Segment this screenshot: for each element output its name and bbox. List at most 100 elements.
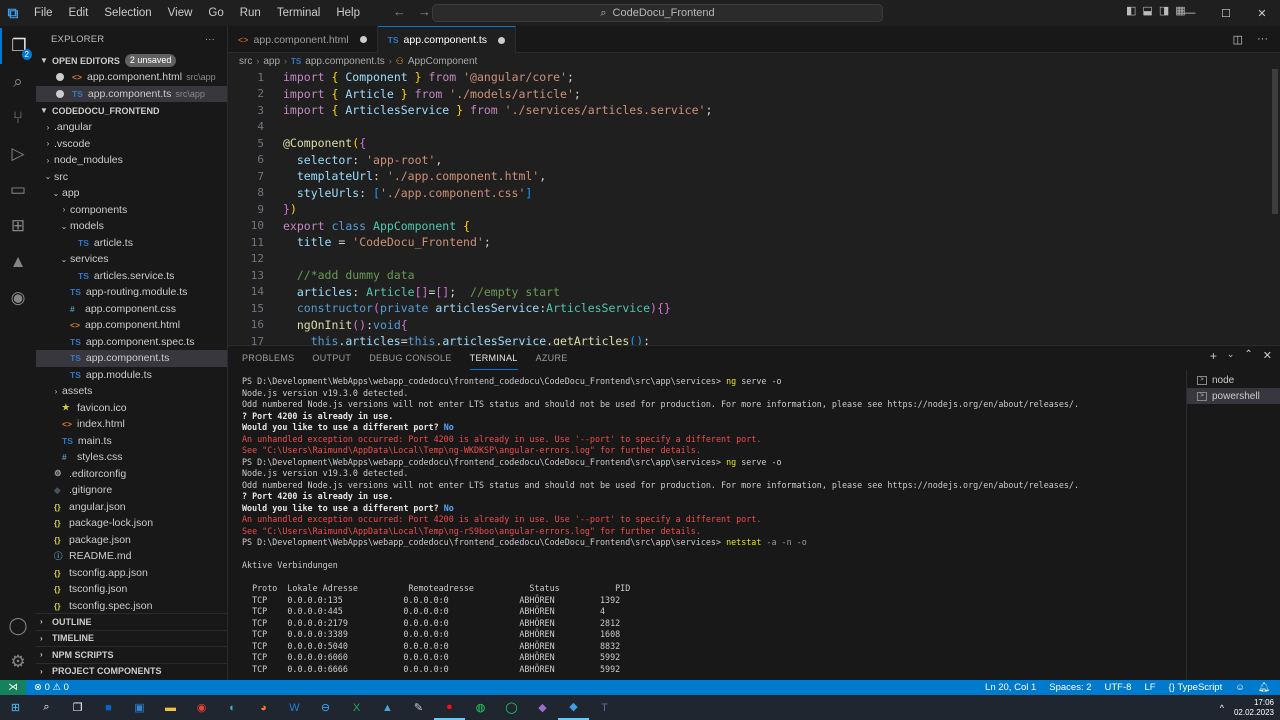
paint-icon[interactable]: ✎ <box>403 695 434 720</box>
breadcrumb-symbol[interactable]: AppComponent <box>408 56 478 67</box>
maximize-icon[interactable]: ☐ <box>1208 0 1244 26</box>
recorder-icon[interactable]: ● <box>434 695 465 720</box>
settings-gear-icon[interactable]: ⚙ <box>0 644 36 680</box>
tab-app-component-html[interactable]: <> app.component.html <box>228 26 378 53</box>
unsaved-dot-icon[interactable] <box>56 89 64 98</box>
cursor-position[interactable]: Ln 20, Col 1 <box>985 682 1036 693</box>
tree-folder[interactable]: › assets <box>36 383 227 400</box>
explorer-folder-icon[interactable]: ▬ <box>155 695 186 720</box>
tab-problems[interactable]: PROBLEMS <box>242 346 294 370</box>
tree-file[interactable]: # styles.css <box>36 449 227 466</box>
new-terminal-icon[interactable]: + <box>1210 349 1217 363</box>
timeline-section[interactable]: › TIMELINE <box>36 629 227 647</box>
remote-desktop-icon[interactable]: ⊖ <box>310 695 341 720</box>
split-editor-icon[interactable]: ◫ <box>1233 33 1243 46</box>
tree-folder[interactable]: ⌄ src <box>36 169 227 186</box>
tray-chevron-icon[interactable]: ^ <box>1220 703 1224 713</box>
word-icon[interactable]: W <box>279 695 310 720</box>
spotify-icon[interactable]: ◍ <box>465 695 496 720</box>
remote-explorer-icon[interactable]: ▭ <box>0 172 36 208</box>
code-editor[interactable]: 1 import { Component } from '@angular/cor… <box>228 69 1280 345</box>
open-editors-header[interactable]: ▼ OPEN EDITORS 2 unsaved <box>36 52 227 69</box>
tab-output[interactable]: OUTPUT <box>312 346 351 370</box>
close-icon[interactable]: ✕ <box>1244 0 1280 26</box>
tree-file[interactable]: TS main.ts <box>36 433 227 450</box>
search-icon[interactable]: ⌕ <box>0 64 36 100</box>
tree-file[interactable]: <> app.component.html <box>36 317 227 334</box>
minimize-icon[interactable]: — <box>1172 0 1208 26</box>
tree-file[interactable]: {} package.json <box>36 532 227 549</box>
edge-icon[interactable]: ◐ <box>217 695 248 720</box>
tree-file[interactable]: ★ favicon.ico <box>36 400 227 417</box>
extensions-icon[interactable]: ⊞ <box>0 208 36 244</box>
breadcrumb-src[interactable]: src <box>239 56 252 67</box>
problems-count[interactable]: ⊗ 0 ⚠ 0 <box>34 682 69 693</box>
open-editor-item[interactable]: <> app.component.html src\app <box>36 69 227 86</box>
tree-file[interactable]: {} tsconfig.json <box>36 581 227 598</box>
run-debug-icon[interactable]: ▷ <box>0 136 36 172</box>
npm-scripts-section[interactable]: › NPM SCRIPTS <box>36 646 227 663</box>
maximize-panel-icon[interactable]: ⌃ <box>1244 349 1252 363</box>
clock[interactable]: 17:06 02.02.2023 <box>1234 698 1274 718</box>
tab-terminal[interactable]: TERMINAL <box>469 346 518 370</box>
tree-folder[interactable]: › .angular <box>36 119 227 136</box>
terminal-instance-node[interactable]: > node <box>1187 372 1280 388</box>
tree-folder[interactable]: › node_modules <box>36 152 227 169</box>
tree-file[interactable]: TS article.ts <box>36 235 227 252</box>
command-center-search[interactable]: ⌕ CodeDocu_Frontend <box>432 4 883 22</box>
outlook-icon[interactable]: ■ <box>93 695 124 720</box>
tree-folder[interactable]: › .vscode <box>36 136 227 153</box>
explorer-icon[interactable]: ❐ 2 <box>0 28 36 64</box>
unsaved-dot-icon[interactable] <box>56 73 64 82</box>
tree-file[interactable]: {} tsconfig.app.json <box>36 565 227 582</box>
tree-file[interactable]: ◆ .gitignore <box>36 482 227 499</box>
menu-run[interactable]: Run <box>232 7 269 19</box>
menu-edit[interactable]: Edit <box>61 7 97 19</box>
chevron-down-icon[interactable]: ⌄ <box>1227 349 1235 363</box>
more-actions-icon[interactable]: ··· <box>205 34 215 45</box>
outline-section[interactable]: › OUTLINE <box>36 613 227 630</box>
menu-go[interactable]: Go <box>200 7 231 19</box>
tab-debug-console[interactable]: DEBUG CONSOLE <box>369 346 451 370</box>
menu-terminal[interactable]: Terminal <box>269 7 328 19</box>
accounts-icon[interactable]: ◯ <box>0 608 36 644</box>
notifications-bell-icon[interactable]: 🔔︎ <box>1258 682 1270 693</box>
tree-file[interactable]: TS articles.service.ts <box>36 268 227 285</box>
docker-icon[interactable]: ◉ <box>0 280 36 316</box>
open-editor-item[interactable]: TS app.component.ts src\app <box>36 85 227 102</box>
tab-azure[interactable]: AZURE <box>536 346 568 370</box>
terminal-instance-powershell[interactable]: > powershell <box>1187 388 1280 404</box>
tree-file[interactable]: TS app.module.ts <box>36 367 227 384</box>
tree-file[interactable]: # app.component.css <box>36 301 227 318</box>
terminal-output[interactable]: PS D:\Development\WebApps\webapp_codedoc… <box>228 376 1186 681</box>
task-view-icon[interactable]: ❐ <box>62 695 93 720</box>
tree-file[interactable]: <> index.html <box>36 416 227 433</box>
teams-icon[interactable]: T <box>589 695 620 720</box>
chrome-icon[interactable]: ◉ <box>186 695 217 720</box>
windows-start-icon[interactable]: ⊞ <box>0 695 31 720</box>
vscode-taskbar-icon[interactable]: ◆ <box>558 695 589 720</box>
tree-file[interactable]: {} tsconfig.spec.json <box>36 598 227 615</box>
tree-folder[interactable]: ⌄ models <box>36 218 227 235</box>
whatsapp-icon[interactable]: ◯ <box>496 695 527 720</box>
tree-folder[interactable]: ⌄ app <box>36 185 227 202</box>
tree-file[interactable]: TS app.component.spec.ts <box>36 334 227 351</box>
close-panel-icon[interactable]: ✕ <box>1263 349 1272 363</box>
tab-app-component-ts[interactable]: TS app.component.ts <box>377 26 517 53</box>
photos-icon[interactable]: ▲ <box>372 695 403 720</box>
remote-indicator-icon[interactable]: ⋊ <box>0 680 26 695</box>
excel-icon[interactable]: X <box>341 695 372 720</box>
unsaved-dot-icon[interactable] <box>498 36 506 44</box>
feedback-icon[interactable]: ☺ <box>1235 682 1245 693</box>
azure-icon[interactable]: ▲ <box>0 244 36 280</box>
tree-folder[interactable]: › components <box>36 202 227 219</box>
visual-studio-icon[interactable]: ◆ <box>527 695 558 720</box>
project-components-section[interactable]: › PROJECT COMPONENTS <box>36 662 227 680</box>
menu-view[interactable]: View <box>160 7 201 19</box>
editor-scrollbar[interactable] <box>1272 69 1278 345</box>
tree-file[interactable]: ⚙ .editorconfig <box>36 466 227 483</box>
source-control-icon[interactable]: ⑂ <box>0 100 36 136</box>
toggle-panel-icon[interactable]: ⬓ <box>1142 4 1152 17</box>
scrollbar-thumb[interactable] <box>1272 69 1278 214</box>
toggle-sidebar-icon[interactable]: ◧ <box>1126 4 1136 17</box>
